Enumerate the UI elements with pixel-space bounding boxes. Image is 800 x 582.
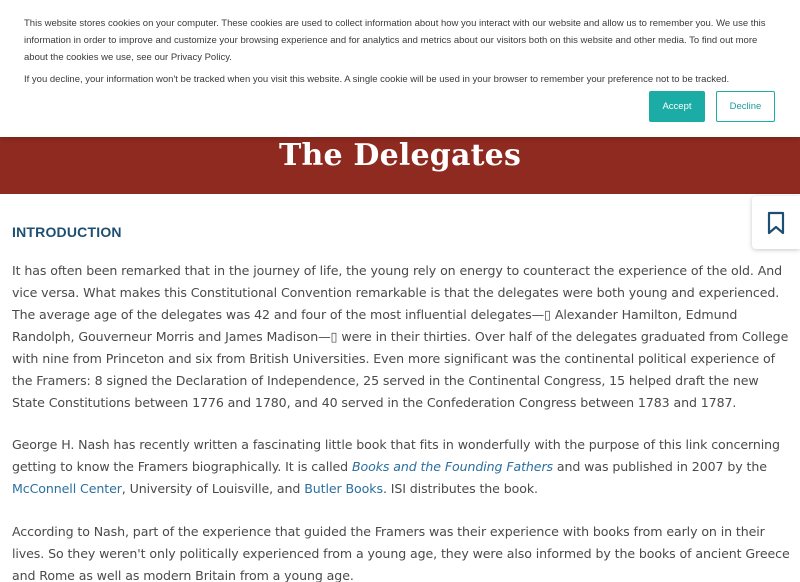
page-title: The Delegates bbox=[278, 138, 522, 173]
decline-button[interactable]: Decline bbox=[716, 91, 775, 122]
mcconnell-center-link[interactable]: McConnell Center bbox=[12, 481, 122, 496]
section-heading: INTRODUCTION bbox=[12, 224, 122, 240]
intro-paragraph: It has often been remarked that in the j… bbox=[12, 263, 789, 410]
cookie-notice-text: This website stores cookies on your comp… bbox=[24, 18, 766, 63]
accept-button[interactable]: Accept bbox=[649, 91, 705, 122]
book-text-d: . ISI distributes the book. bbox=[382, 481, 538, 496]
main-content: INTRODUCTION It has often been remarked … bbox=[12, 222, 790, 582]
experience-paragraph: According to Nash, part of the experienc… bbox=[12, 524, 790, 582]
book-link[interactable]: Books and the Founding Fathers bbox=[352, 459, 553, 474]
butler-books-link[interactable]: Butler Books bbox=[304, 481, 383, 496]
cookie-decline-note: If you decline, your information won't b… bbox=[24, 74, 730, 85]
cookie-consent-banner: This website stores cookies on your comp… bbox=[0, 0, 800, 137]
book-text-b: and was published in 2007 by the bbox=[552, 459, 767, 474]
book-paragraph: George H. Nash has recently written a fa… bbox=[12, 434, 790, 500]
book-text-c: , University of Louisville, and bbox=[121, 481, 305, 496]
